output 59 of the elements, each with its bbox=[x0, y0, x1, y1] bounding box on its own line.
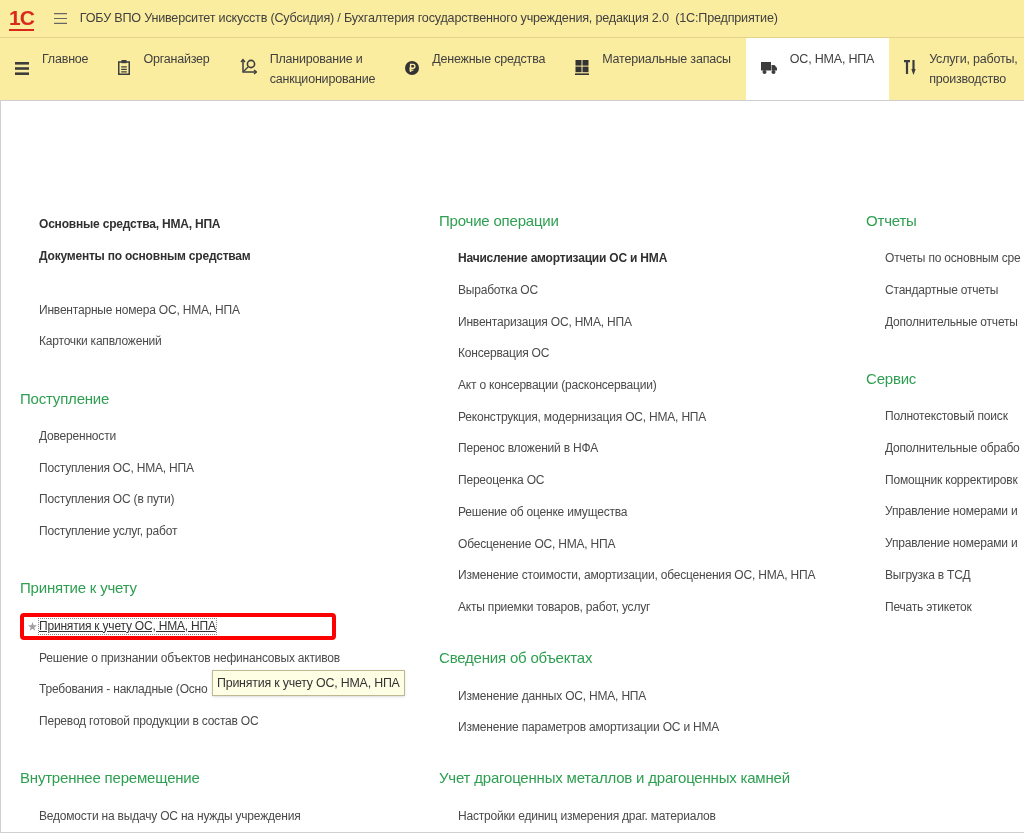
menu-icon bbox=[15, 62, 29, 75]
nav-link[interactable]: Акт о консервации (расконсервации) bbox=[458, 378, 657, 394]
window-title: ГОБУ ВПО Университет искусств (Субсидия) / Бухгалтерия государственного учреждения, редакция 2.0 (1С:Предприятие) bbox=[79, 10, 778, 28]
nav-link[interactable]: Изменение параметров амортизации ОС и НМА bbox=[458, 720, 720, 736]
section-heading: Сервис bbox=[866, 368, 917, 389]
nav-link[interactable]: Доверенности bbox=[39, 429, 116, 445]
section-heading: Принятие к учету bbox=[20, 578, 137, 599]
nav-link[interactable]: Решение о признании объектов нефинансовых активов bbox=[39, 650, 340, 666]
grid-icon bbox=[575, 60, 590, 75]
nav-link[interactable]: Консервация ОС bbox=[458, 346, 550, 362]
nav-link[interactable]: Дополнительные отчеты bbox=[885, 314, 1018, 330]
nav-link[interactable]: Печать этикеток bbox=[885, 599, 972, 615]
star-icon[interactable] bbox=[28, 621, 37, 631]
nav-link[interactable]: Поступления ОС, НМА, НПА bbox=[39, 460, 194, 476]
nav-link[interactable]: Принятия к учету ОС, НМА, НПА bbox=[39, 618, 216, 634]
nav-link[interactable]: Поступление услуг, работ bbox=[39, 524, 178, 540]
nav-link[interactable]: Поступления ОС (в пути) bbox=[39, 492, 175, 508]
nav-link[interactable]: Управление номерами и bbox=[885, 536, 1018, 552]
nav-link[interactable]: Управление номерами и bbox=[885, 504, 1018, 520]
app-logo: 1С bbox=[9, 6, 34, 31]
section-heading: Учет драгоценных металлов и драгоценных камней bbox=[439, 768, 790, 789]
nav-link[interactable]: Обесценение ОС, НМА, НПА bbox=[458, 536, 616, 552]
nav-link[interactable]: Основные средства, НМА, НПА bbox=[39, 217, 221, 233]
nav-link[interactable]: Помощник корректировк bbox=[885, 472, 1018, 488]
section-tab[interactable]: ОС, НМА, НПА bbox=[745, 38, 890, 100]
nav-link[interactable]: Ведомости на выдачу ОС на нужды учреждения bbox=[39, 808, 301, 824]
nav-link[interactable]: Изменение стоимости, амортизации, обесценения ОС, НМА, НПА bbox=[458, 568, 816, 584]
nav-link[interactable]: Перевод готовой продукции в состав ОС bbox=[39, 713, 259, 729]
nav-link[interactable]: Выработка ОС bbox=[458, 283, 538, 299]
nav-link[interactable]: Карточки капвложений bbox=[39, 334, 162, 350]
section-heading: Поступление bbox=[20, 388, 110, 409]
nav-link[interactable]: Перенос вложений в НФА bbox=[458, 441, 598, 457]
tools-icon bbox=[904, 60, 917, 75]
nav-link[interactable]: Дополнительные обрабо bbox=[885, 441, 1020, 457]
ruble-coin-icon bbox=[405, 61, 420, 75]
nav-link[interactable]: Переоценка ОС bbox=[458, 473, 545, 489]
chart-icon bbox=[239, 58, 257, 75]
nav-link[interactable]: Требования - накладные (Осно bbox=[39, 682, 208, 698]
nav-link[interactable]: Инвентаризация ОС, НМА, НПА bbox=[458, 314, 632, 330]
truck-icon bbox=[760, 62, 777, 74]
nav-link[interactable]: Полнотекстовый поиск bbox=[885, 409, 1008, 425]
nav-link[interactable]: Инвентарные номера ОС, НМА, НПА bbox=[39, 302, 240, 318]
section-heading: Внутреннее перемещение bbox=[20, 768, 200, 788]
section-heading: Прочие операции bbox=[439, 210, 559, 231]
nav-link[interactable]: Начисление амортизации ОС и НМА bbox=[458, 251, 668, 267]
section-heading: Сведения об объектах bbox=[439, 648, 593, 668]
nav-link[interactable]: Реконструкция, модернизация ОС, НМА, НПА bbox=[458, 409, 707, 425]
section-heading: Отчеты bbox=[866, 210, 917, 231]
nav-link[interactable]: Акты приемки товаров, работ, услуг bbox=[458, 599, 651, 615]
nav-link[interactable]: Выгрузка в ТСД bbox=[885, 567, 971, 583]
menu-icon[interactable] bbox=[53, 13, 67, 24]
nav-link[interactable]: Стандартные отчеты bbox=[885, 283, 999, 299]
nav-link[interactable]: Изменение данных ОС, НМА, НПА bbox=[458, 688, 647, 704]
nav-link[interactable]: Настройки единиц измерения драг. материалов bbox=[458, 808, 716, 824]
clipboard-icon bbox=[118, 60, 131, 75]
nav-link[interactable]: Отчеты по основным сре bbox=[885, 251, 1021, 267]
nav-link[interactable]: Решение об оценке имущества bbox=[458, 504, 628, 520]
nav-link[interactable]: Документы по основным средствам bbox=[39, 249, 251, 265]
tooltip: Принятия к учету ОС, НМА, НПА bbox=[212, 670, 405, 696]
